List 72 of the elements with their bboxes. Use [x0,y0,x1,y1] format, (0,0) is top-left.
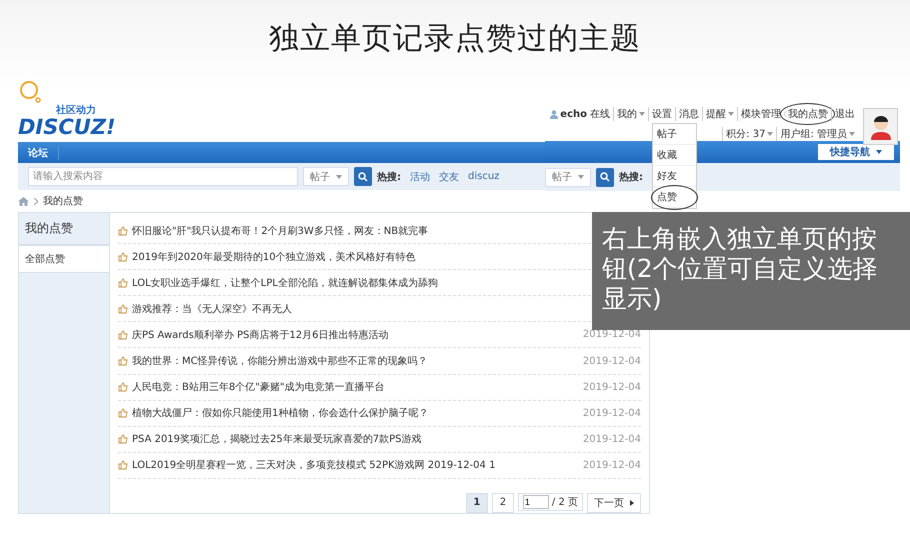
logo[interactable]: DISCUZ! [18,117,116,138]
header-link[interactable]: 提醒 [702,107,737,121]
next-page-button[interactable]: 下一页 [587,492,641,513]
header-link[interactable]: 设置 [648,107,675,121]
user-status: 在线 [589,108,611,121]
thread-title[interactable]: LOL2019全明星赛程一览，三天对决，多项竞技模式 52PK游戏网 2019-12-04 1 [132,458,496,472]
hot-search-label: 热搜: [619,170,643,184]
thread-date: 2019-12-04 [582,356,641,367]
search-icon [600,172,610,182]
search-scope-select[interactable]: 帖子 [303,167,349,186]
page-total: / 2 页 [552,496,578,509]
menu-item[interactable]: 点赞 [653,187,696,208]
user-icon [550,110,558,118]
caret-icon [578,175,584,179]
hot-search-link[interactable]: 交友 [439,170,459,184]
thumbs-up-icon [118,434,128,444]
header-link[interactable]: 模块管理 [737,107,784,121]
header-link[interactable]: 消息 [675,107,702,121]
header-link[interactable]: 退出 [831,107,858,121]
search-button[interactable] [596,168,614,186]
thumbs-up-icon [118,460,128,470]
thread-title[interactable]: LOL女职业选手爆红，让整个LPL全部沦陷，就连解说都集体成为舔狗 [132,276,438,290]
hot-search-link[interactable]: 活动 [410,170,430,184]
callout: 右上角嵌入独立单页的按钮(2个位置可自定义选择显示) [592,212,910,330]
caret-icon [849,132,855,136]
thread-date: 2019-12-04 [582,382,641,393]
caret-icon [876,150,882,154]
thumbs-up-icon [118,382,128,392]
thread-title[interactable]: 游戏推荐：当《无人深空》不再无人 [132,302,292,316]
header-link[interactable]: 我的 [613,107,648,121]
sidebar-item[interactable]: 全部点赞 [19,246,109,273]
thread-date: 2019-12-04 [582,329,641,340]
thumbs-up-icon [118,278,128,288]
page-button[interactable]: 1 [466,492,488,513]
chevron-icon [34,198,38,204]
search-icon [358,172,368,182]
person-silhouette-icon [870,114,892,140]
thumbs-up-icon [118,304,128,314]
menu-item[interactable]: 帖子 [653,124,696,145]
thread-title[interactable]: 2019年到2020年最受期待的10个独立游戏，美术风格好有特色 [132,250,416,264]
page-input[interactable]: 1 [522,494,549,509]
search-scope-select[interactable]: 帖子 [545,168,591,186]
thread-title[interactable]: PSA 2019奖项汇总，揭晓过去25年来最受玩家喜爱的7款PS游戏 [132,432,422,446]
thread-date: 2019-12-04 [582,408,641,419]
slide-title: 独立单页记录点赞过的主题 [269,20,641,58]
caret-icon [767,132,774,136]
thread-title[interactable]: 我的世界：MC怪异传说，你能分辨出游戏中那些不正常的现象吗？ [132,354,428,368]
user-name[interactable]: echo [560,108,587,120]
breadcrumb-item[interactable]: 我的点赞 [43,194,83,208]
hot-search-label: 热搜: [377,170,401,184]
nav-tab[interactable]: 论坛 [18,146,59,160]
thread-title[interactable]: 植物大战僵尸：假如你只能使用1种植物，你会选什么保护脑子呢？ [132,406,428,420]
play-icon [630,500,634,506]
page-button[interactable]: 2 [492,492,514,513]
thumbs-up-icon [118,226,128,236]
thread-title[interactable]: 庆PS Awards顺利举办 PS商店将于12月6日推出特惠活动 [132,328,388,342]
thread-title[interactable]: 怀旧服论"肝"我只认提布哥！2个月刷3W多只怪，网友：NB就完事 [132,224,428,238]
quick-nav-button[interactable]: 快捷导航 [818,144,894,160]
thumbs-up-icon [118,356,128,366]
thread-date: 2019-12-04 [582,434,641,445]
caret-icon [336,174,342,178]
thread-date: 2019-12-04 [582,460,641,471]
thread-title[interactable]: 人民电竞：B站用三年8个亿"豪赌"成为电竞第一直播平台 [132,380,384,394]
avatar[interactable] [863,108,898,145]
search-button[interactable] [354,167,372,186]
thumbs-up-icon [118,252,128,262]
menu-item[interactable]: 收藏 [653,145,696,166]
hot-search-link[interactable]: discuz [468,171,500,182]
thumbs-up-icon [118,408,128,418]
menu-item[interactable]: 好友 [653,166,696,187]
thumbs-up-icon [118,330,128,340]
logo-tagline: 社区动力 [56,104,97,117]
